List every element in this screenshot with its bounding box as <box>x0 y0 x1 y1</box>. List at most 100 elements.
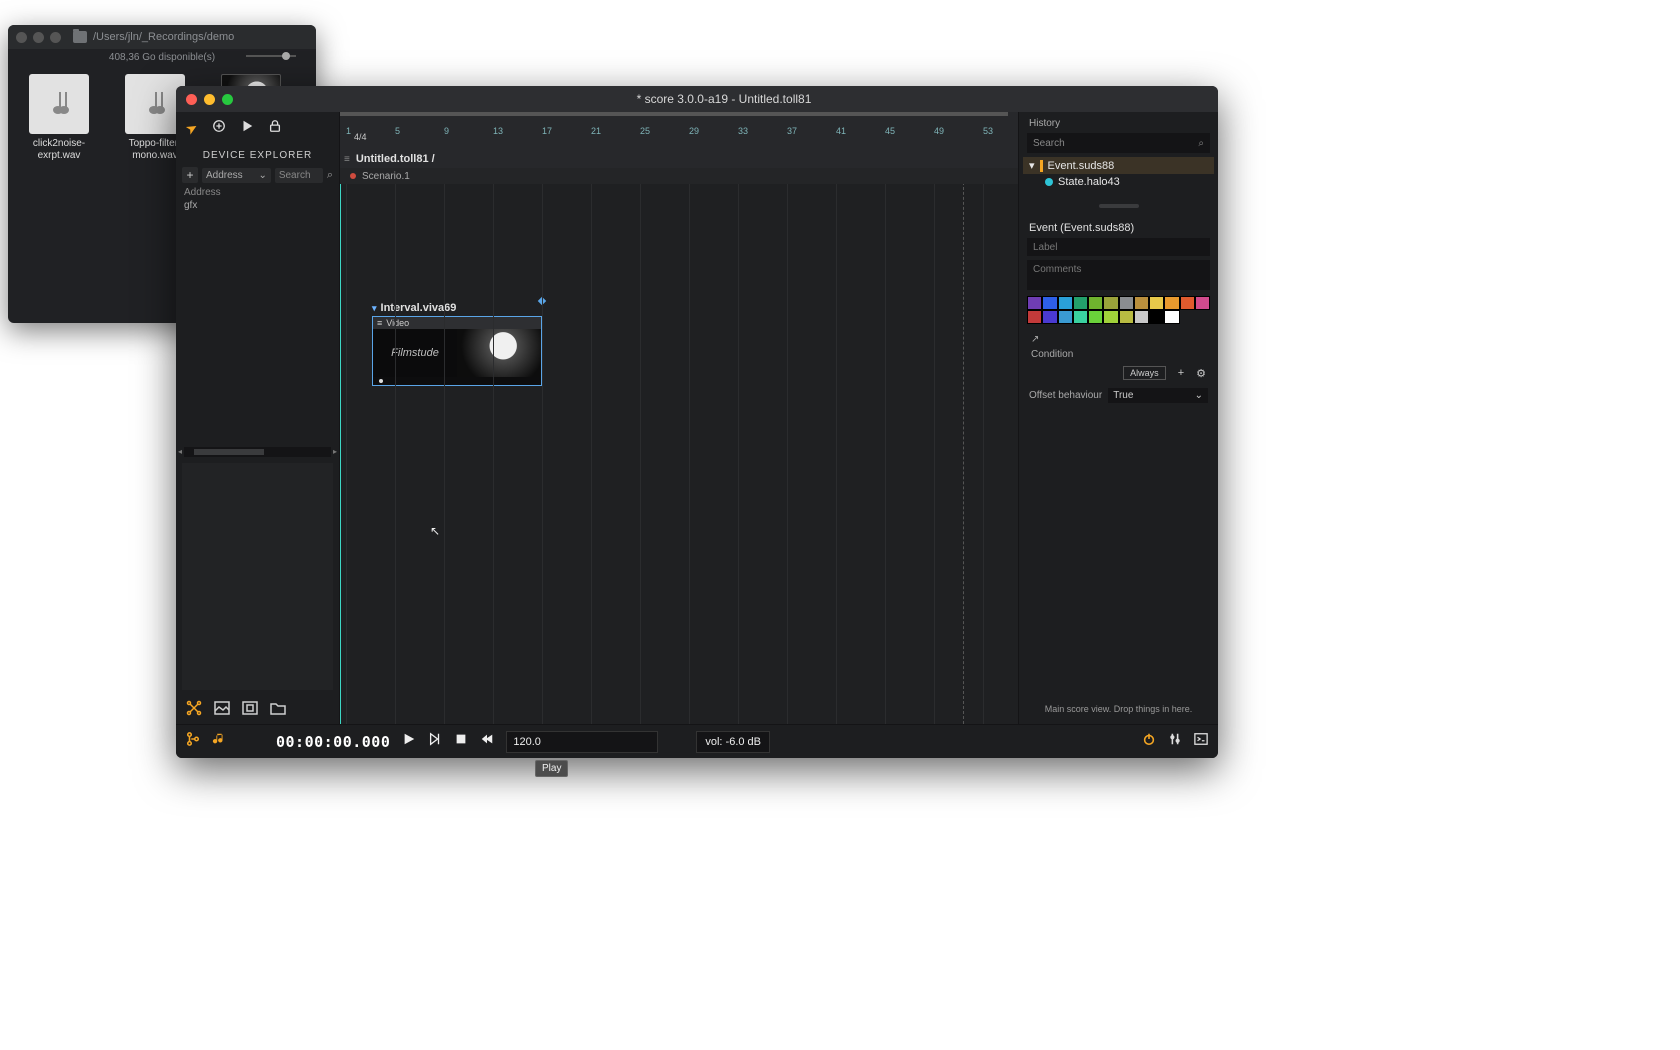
color-swatch[interactable] <box>1103 296 1118 310</box>
device-explorer-heading: DEVICE EXPLORER <box>176 144 339 167</box>
ruler-tick: 45 <box>885 126 895 136</box>
mixer-icon[interactable] <box>1168 732 1182 751</box>
color-swatch[interactable] <box>1073 310 1088 324</box>
file-label: click2noise-exrpt.wav <box>14 138 104 162</box>
color-swatch[interactable] <box>1103 310 1118 324</box>
finder-titlebar[interactable]: /Users/jln/_Recordings/demo <box>8 25 316 49</box>
volume-display[interactable]: vol: -6.0 dB <box>696 731 770 753</box>
panel-divider[interactable] <box>1099 204 1139 208</box>
finder-path-text: /Users/jln/_Recordings/demo <box>93 31 234 43</box>
breadcrumb[interactable]: ≡ Untitled.toll81 / <box>340 150 1018 168</box>
tree-item-event[interactable]: ▾Event.suds88 <box>1023 157 1214 174</box>
ruler-tick: 33 <box>738 126 748 136</box>
offset-select[interactable]: True⌄ <box>1108 388 1208 403</box>
lock-icon[interactable] <box>268 119 282 138</box>
history-search-input[interactable]: Search⌕ <box>1027 133 1210 153</box>
left-scrollbar[interactable] <box>184 447 331 457</box>
scenario-header[interactable]: Scenario.1 <box>340 168 1018 184</box>
menu-icon[interactable]: ≡ <box>344 154 350 165</box>
playhead[interactable] <box>340 184 341 724</box>
clip-track-label: Video <box>386 318 409 328</box>
color-swatch[interactable] <box>1027 296 1042 310</box>
ruler-tick: 1 <box>346 126 351 136</box>
device-tree-item[interactable]: gfx <box>176 198 339 219</box>
rewind-button[interactable] <box>480 732 494 751</box>
color-swatch[interactable] <box>1149 296 1164 310</box>
scenario-dot-icon <box>350 173 356 179</box>
select-tool-icon[interactable]: ➤ <box>183 118 202 139</box>
add-tool-icon[interactable] <box>212 119 226 138</box>
add-condition-icon[interactable]: + <box>1178 367 1184 379</box>
end-boundary <box>963 184 964 724</box>
device-search-input[interactable]: Search <box>275 168 323 183</box>
power-icon[interactable] <box>1142 732 1156 751</box>
gridline <box>689 184 690 724</box>
color-swatch[interactable] <box>1088 310 1103 324</box>
color-swatch[interactable] <box>1149 310 1164 324</box>
color-swatches <box>1027 296 1210 324</box>
timeline-canvas[interactable]: - - - - ▾Interval.viva69 ≡Video Filmstud… <box>340 184 1018 724</box>
clip-automation[interactable] <box>373 377 541 385</box>
close-icon[interactable] <box>16 32 27 43</box>
color-swatch[interactable] <box>1164 310 1179 324</box>
minimize-icon[interactable] <box>33 32 44 43</box>
file-item[interactable]: click2noise-exrpt.wav <box>16 74 102 162</box>
color-swatch[interactable] <box>1042 310 1057 324</box>
search-icon[interactable]: ⌕ <box>327 169 333 182</box>
clip-disclosure-icon[interactable]: ▾ <box>372 303 377 314</box>
stop-button[interactable] <box>454 732 468 751</box>
play-tool-icon[interactable] <box>240 119 254 138</box>
color-swatch[interactable] <box>1058 296 1073 310</box>
color-swatch[interactable] <box>1027 310 1042 324</box>
right-sidebar: History Search⌕ ▾Event.suds88 State.halo… <box>1018 112 1218 724</box>
music-icon[interactable] <box>212 732 226 751</box>
close-icon[interactable] <box>186 94 197 105</box>
timecode: 00:00:00.000 <box>276 733 390 751</box>
interval-clip[interactable]: ▾Interval.viva69 ≡Video Filmstude <box>372 302 542 386</box>
console-icon[interactable] <box>1194 732 1208 751</box>
module-view-icon[interactable] <box>242 700 258 721</box>
play-button[interactable] <box>402 732 416 751</box>
gridline <box>493 184 494 724</box>
folder-icon <box>73 31 87 43</box>
ruler-tick: 13 <box>493 126 503 136</box>
graph-view-icon[interactable] <box>186 700 202 721</box>
image-view-icon[interactable] <box>214 700 230 721</box>
color-swatch[interactable] <box>1164 296 1179 310</box>
add-device-button[interactable]: + <box>182 167 198 183</box>
color-swatch[interactable] <box>1195 296 1210 310</box>
minimize-icon[interactable] <box>204 94 215 105</box>
color-swatch[interactable] <box>1073 296 1088 310</box>
scenario-label: Scenario.1 <box>362 171 410 182</box>
branch-icon[interactable] <box>186 732 200 751</box>
color-swatch[interactable] <box>1134 296 1149 310</box>
finder-status-text: 408,36 Go disponible(s) <box>109 52 215 63</box>
condition-always-button[interactable]: Always <box>1123 366 1166 380</box>
folder-view-icon[interactable] <box>270 700 286 721</box>
color-swatch[interactable] <box>1088 296 1103 310</box>
view-toolbar <box>176 696 339 724</box>
zoom-icon[interactable] <box>50 32 61 43</box>
play-forward-button[interactable] <box>428 732 442 751</box>
clip-menu-icon[interactable]: ≡ <box>377 318 382 328</box>
color-swatch[interactable] <box>1180 296 1195 310</box>
color-swatch[interactable] <box>1134 310 1149 324</box>
zoom-icon[interactable] <box>222 94 233 105</box>
ruler-tick: 49 <box>934 126 944 136</box>
tempo-input[interactable]: 120.0 <box>506 731 658 753</box>
label-input[interactable]: Label <box>1027 238 1210 256</box>
time-ruler[interactable]: 1591317212529333741454953 4/4 <box>340 112 1018 150</box>
inspector-title: Event (Event.suds88) <box>1019 216 1218 238</box>
settings-icon[interactable]: ⚙ <box>1196 367 1206 380</box>
icon-size-slider[interactable] <box>246 55 296 57</box>
ruler-tick: 29 <box>689 126 699 136</box>
color-swatch[interactable] <box>1119 310 1134 324</box>
address-select[interactable]: Address⌄ <box>202 168 271 183</box>
tree-item-state[interactable]: State.halo43 <box>1023 174 1214 190</box>
expand-icon[interactable]: ↗ <box>1031 334 1206 345</box>
color-swatch[interactable] <box>1042 296 1057 310</box>
main-titlebar[interactable]: * score 3.0.0-a19 - Untitled.toll81 <box>176 86 1218 112</box>
color-swatch[interactable] <box>1058 310 1073 324</box>
comments-input[interactable]: Comments <box>1027 260 1210 290</box>
color-swatch[interactable] <box>1119 296 1134 310</box>
